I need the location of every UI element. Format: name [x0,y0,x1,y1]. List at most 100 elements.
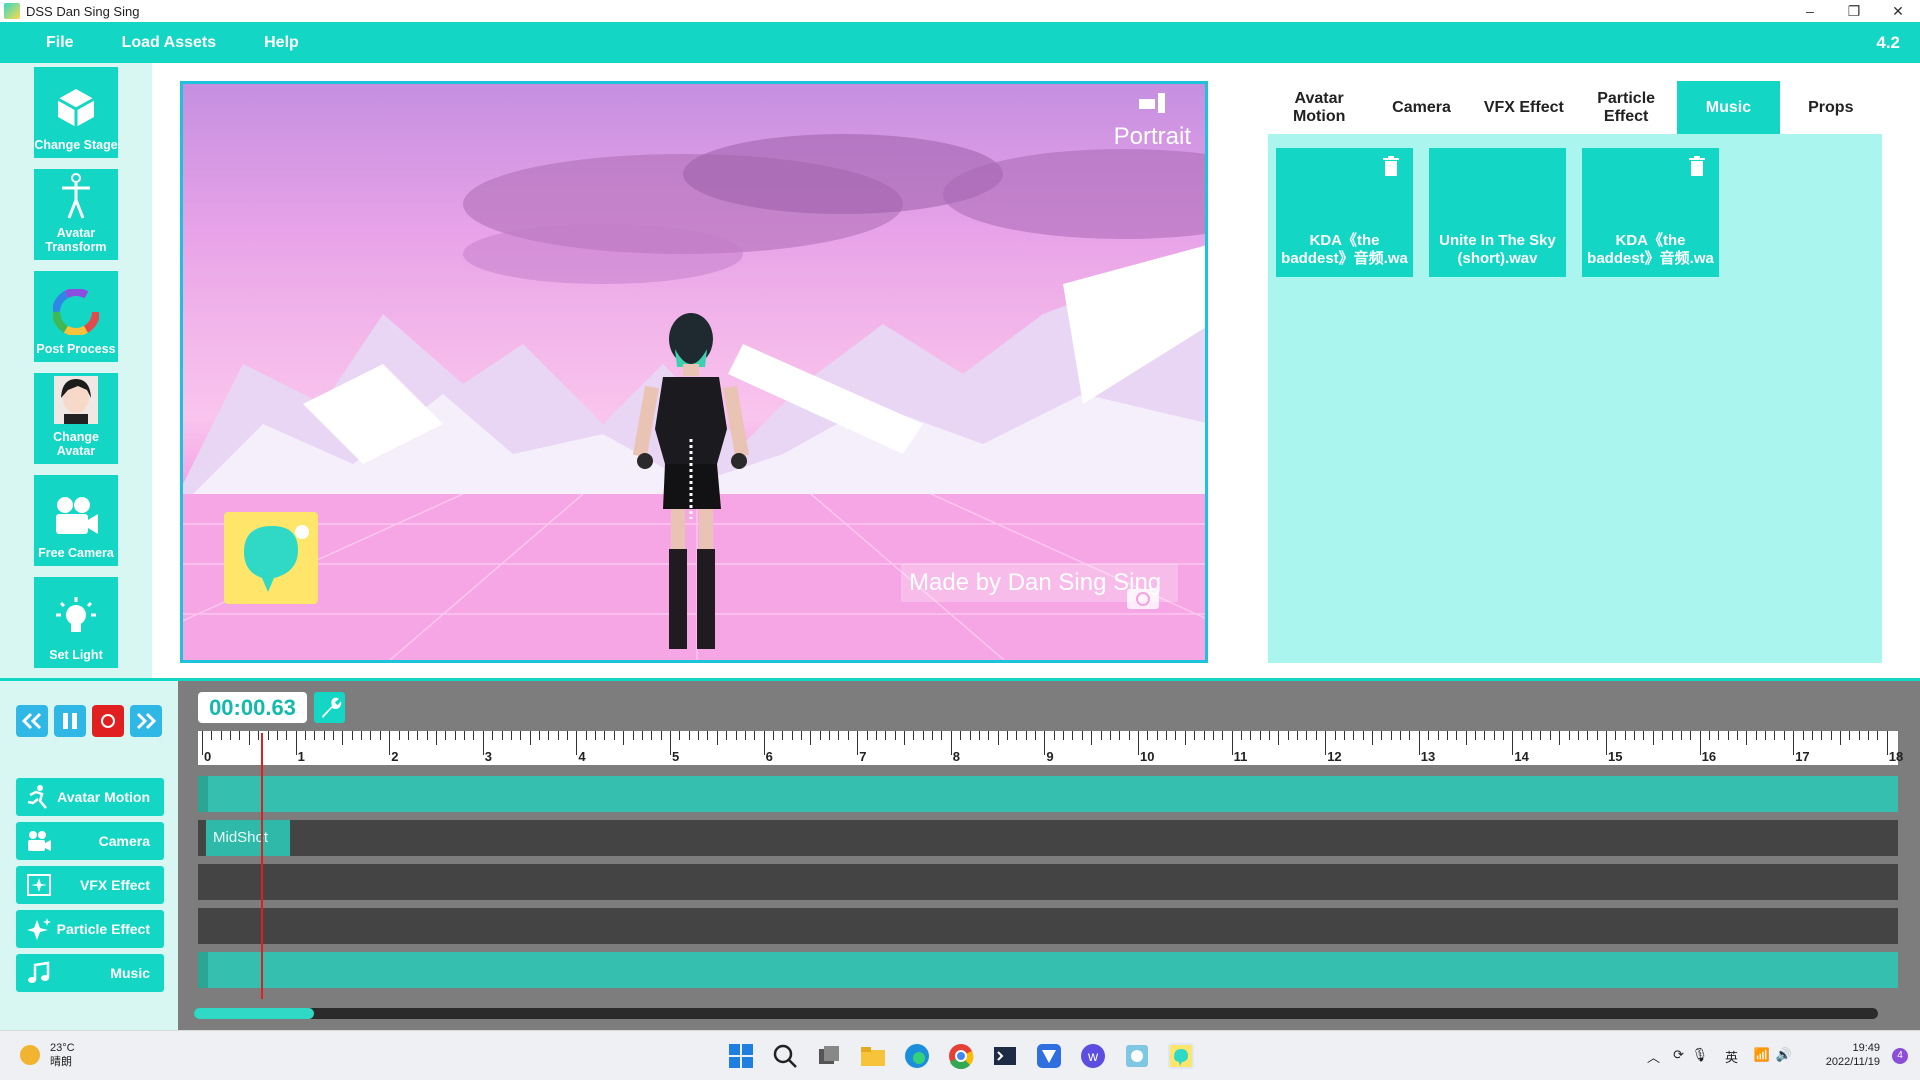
system-clock[interactable]: 19:49 2022/11/19 [1826,1041,1880,1069]
track-avatar-motion[interactable] [198,776,1898,812]
scrollbar-thumb[interactable] [194,1008,314,1019]
wifi-icon[interactable]: 📶 [1754,1047,1770,1063]
track-clip[interactable] [198,776,208,812]
window-title: DSS Dan Sing Sing [26,3,140,19]
ruler-tick-mark [1474,731,1476,740]
tab-avatar-motion[interactable]: Avatar Motion [1268,81,1370,134]
start-icon[interactable] [728,1043,754,1069]
ruler-tick-mark [1306,731,1308,740]
ruler-tick-mark [1269,731,1271,740]
ruler-tick-mark [670,731,671,755]
blue-app-icon[interactable] [1036,1043,1062,1069]
free-camera-button[interactable]: Free Camera [34,475,118,566]
ruler-tick-mark [847,731,849,740]
ruler-tick-mark [1708,731,1710,740]
cube-icon [52,84,100,132]
sync-icon[interactable]: ⟳ [1673,1047,1684,1063]
ruler-tick-mark [623,731,625,745]
close-button[interactable]: ✕ [1876,0,1920,22]
ime-indicator[interactable]: 英 [1725,1047,1738,1066]
track-label-camera[interactable]: Camera [16,822,164,860]
time-ruler[interactable]: 0 1 2 3 4 5 6 7 8 9 10 11 12 13 14 15 16 17 18 [198,731,1903,765]
tab-particle-effect[interactable]: Particle Effect [1575,81,1677,134]
edge-icon[interactable] [904,1043,930,1069]
trash-icon[interactable] [1383,156,1399,176]
track-label-vfx-effect[interactable]: VFX Effect [16,866,164,904]
ruler-tick-mark [1540,731,1542,740]
track-particle-effect[interactable] [198,908,1898,944]
ruler-tick-mark [1699,731,1701,755]
track-music[interactable] [198,952,1898,988]
ruler-tick-mark [801,731,803,740]
rewind-button[interactable] [16,705,48,737]
ruler-tick-mark [1755,731,1757,740]
ruler-tick-mark [304,731,306,740]
search-icon[interactable] [772,1043,798,1069]
tab-vfx-effect[interactable]: VFX Effect [1473,81,1575,134]
task-view-icon[interactable] [816,1043,842,1069]
chrome-icon[interactable] [948,1043,974,1070]
playhead[interactable] [260,733,263,999]
track-label-particle-effect[interactable]: Particle Effect [16,910,164,948]
volume-icon[interactable]: 🔊 [1776,1047,1792,1063]
music-asset-card[interactable]: KDA《the baddest》音频.wa [1276,148,1413,277]
music-asset-card[interactable]: KDA《the baddest》音频.wa [1582,148,1719,277]
minimize-button[interactable]: – [1788,0,1832,22]
track-camera[interactable]: MidShot [198,820,1898,856]
ruler-tick-mark [782,731,784,740]
music-asset-name: KDA《the baddest》音频.wa [1587,232,1714,267]
w-app-icon[interactable]: w [1080,1043,1106,1069]
tab-camera[interactable]: Camera [1370,81,1472,134]
timeline-scrollbar[interactable] [194,1008,1878,1019]
chevron-up-icon[interactable]: ︿ [1647,1047,1660,1066]
tab-props[interactable]: Props [1780,81,1882,134]
track-label-avatar-motion[interactable]: Avatar Motion [16,778,164,816]
orientation-toggle[interactable]: Portrait [1114,92,1191,151]
music-asset-card[interactable]: Unite In The Sky (short).wav [1429,148,1566,277]
app-icon [4,3,20,19]
post-process-button[interactable]: Post Process [34,271,118,362]
menu-help[interactable]: Help [240,22,323,63]
trash-icon[interactable] [1689,156,1705,176]
ruler-tick-mark [1765,731,1767,740]
weather-widget[interactable]: 23°C 晴朗 [20,1041,75,1069]
track-clip[interactable] [198,952,208,988]
ruler-tick-mark [941,731,943,740]
ruler-tick-mark [613,731,615,740]
file-explorer-icon[interactable] [860,1043,886,1069]
track-label-text: Music [110,964,150,981]
avatar-transform-button[interactable]: Avatar Transform [34,169,118,260]
app-logo [224,512,318,604]
ruler-tick-mark [1091,731,1093,745]
snipping-tool-icon[interactable] [1124,1043,1150,1069]
dss-app-icon[interactable] [1168,1043,1194,1069]
menu-load-assets[interactable]: Load Assets [98,22,241,63]
ruler-tick-mark [1138,731,1139,755]
track-vfx-effect[interactable] [198,864,1898,900]
ruler-tick-mark [436,731,437,745]
left-toolbar: Change Stage Avatar Transform Post Proce… [0,63,152,681]
pause-button[interactable] [54,705,86,737]
ruler-tick-mark [1437,731,1439,740]
record-button[interactable] [92,705,124,737]
tab-music[interactable]: Music [1677,81,1780,134]
set-light-button[interactable]: Set Light [34,577,118,668]
settings-button[interactable] [314,692,345,723]
ruler-tick-mark [1690,731,1692,740]
ruler-tick-mark [698,731,700,740]
ruler-tick-mark [1278,731,1280,745]
maximize-button[interactable]: ❐ [1832,0,1876,22]
camera-clip[interactable]: MidShot [206,820,290,856]
track-label-music[interactable]: Music [16,954,164,992]
screenshot-camera-icon[interactable] [1126,584,1160,610]
forward-button[interactable] [130,705,162,737]
terminal-icon[interactable] [992,1043,1018,1069]
change-avatar-button[interactable]: Change Avatar [34,373,118,464]
change-stage-button[interactable]: Change Stage [34,67,118,158]
notification-badge[interactable]: 4 [1892,1048,1908,1064]
ruler-tick-mark [688,731,690,740]
menu-file[interactable]: File [0,22,98,63]
scene-viewport[interactable]: Portrait Made by Dan Sing Sing [180,81,1208,663]
ruler-tick-mark [1381,731,1383,740]
microphone-icon[interactable]: 🎙 [1691,1047,1708,1063]
